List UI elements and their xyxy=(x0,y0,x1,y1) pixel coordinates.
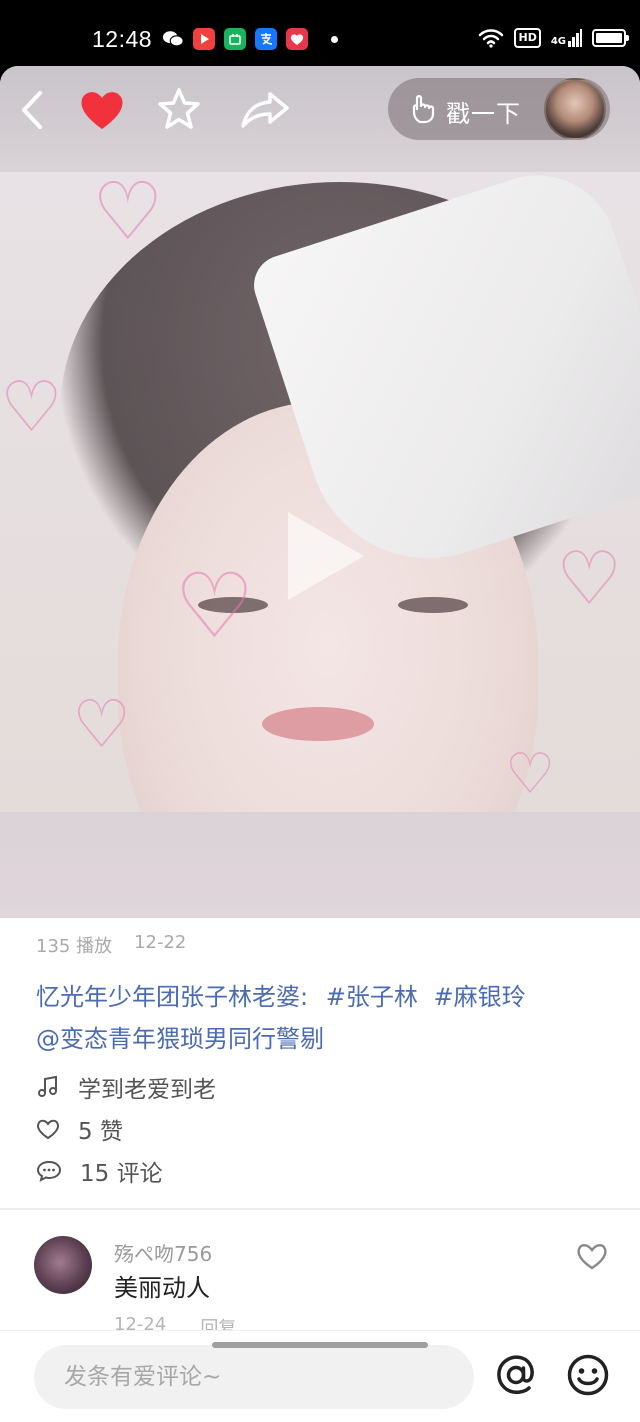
music-row[interactable]: 学到老爱到老 xyxy=(36,1070,216,1104)
heart-decoration: ♡ xyxy=(174,554,255,659)
alipay-icon xyxy=(255,28,277,50)
comment-bubble-icon xyxy=(36,1160,62,1182)
share-arrow-icon xyxy=(241,92,289,128)
hashtag-link[interactable]: #麻银玲 xyxy=(433,983,525,1011)
share-button[interactable] xyxy=(240,90,290,130)
section-divider xyxy=(0,1208,640,1210)
screen: 12:48 HD 4G ♡ ♡ ♡ ♡ ♡ ♡ 戳一下 135 播放 12-22… xyxy=(0,0,640,1422)
post-date: 12-22 xyxy=(134,932,187,953)
poke-button[interactable]: 戳一下 xyxy=(388,78,610,140)
heart-decoration: ♡ xyxy=(505,742,556,807)
like-heart-button[interactable] xyxy=(78,88,126,132)
play-count: 135 播放 xyxy=(36,936,113,957)
wechat-icon xyxy=(162,28,184,50)
right-eye xyxy=(398,597,468,613)
commenter-name[interactable]: 殇ぺ吻756 xyxy=(114,1238,212,1267)
emoji-button[interactable] xyxy=(566,1353,610,1397)
status-app-icons xyxy=(162,28,338,50)
music-title: 学到老爱到老 xyxy=(78,1077,216,1103)
mention-link[interactable]: @变态青年猥琐男同行警剔 xyxy=(36,1025,324,1053)
commenter-avatar[interactable] xyxy=(34,1236,92,1294)
comments-count: 15 评论 xyxy=(80,1161,163,1187)
heart-decoration: ♡ xyxy=(556,536,623,622)
favorite-button[interactable] xyxy=(156,86,202,132)
comment-input[interactable] xyxy=(34,1345,474,1409)
post-caption: 忆光年少年团张子林老婆: #张子林 #麻银玲 @变态青年猥琐男同行警剔 xyxy=(36,976,616,1060)
media-area[interactable]: ♡ ♡ ♡ ♡ ♡ ♡ 戳一下 xyxy=(0,66,640,918)
notification-dot xyxy=(331,35,338,43)
smiley-icon xyxy=(567,1354,609,1396)
top-bar: 戳一下 xyxy=(0,66,640,156)
poke-label: 戳一下 xyxy=(446,100,521,128)
hashtag-link[interactable]: #张子林 xyxy=(326,983,418,1011)
back-button[interactable] xyxy=(14,90,50,130)
likes-count: 5 赞 xyxy=(78,1119,123,1145)
star-outline-icon xyxy=(158,88,200,129)
green-app-icon xyxy=(224,28,246,50)
signal-icon xyxy=(568,29,582,47)
heart-app-icon xyxy=(286,28,308,50)
author-avatar[interactable] xyxy=(544,78,606,140)
heart-filled-icon xyxy=(81,92,123,129)
video-thumbnail[interactable]: ♡ ♡ ♡ ♡ ♡ ♡ xyxy=(0,172,640,812)
mention-button[interactable] xyxy=(494,1353,538,1397)
caption-text: 忆光年少年团张子林老婆: xyxy=(36,983,309,1011)
signal-indicator: 4G xyxy=(551,29,582,47)
tap-hand-icon xyxy=(412,95,435,124)
battery-icon xyxy=(592,29,629,47)
network-type: 4G xyxy=(550,36,566,47)
heart-decoration: ♡ xyxy=(72,686,132,763)
hd-badge: HD xyxy=(514,28,541,48)
video-app-icon xyxy=(193,28,215,50)
heart-outline-icon xyxy=(37,1119,59,1140)
at-sign-icon xyxy=(497,1355,534,1394)
music-note-icon xyxy=(38,1075,57,1097)
heart-outline-icon xyxy=(577,1243,607,1270)
status-time: 12:48 xyxy=(92,26,153,52)
chevron-left-icon xyxy=(22,91,42,129)
post-meta: 135 播放 12-22 xyxy=(36,932,186,958)
heart-decoration: ♡ xyxy=(0,366,63,448)
status-bar: 12:48 HD 4G xyxy=(0,0,640,72)
status-indicators: HD 4G xyxy=(478,28,629,48)
post-card: ♡ ♡ ♡ ♡ ♡ ♡ 戳一下 135 播放 12-22 忆光年少年团张子林老婆… xyxy=(0,66,640,1422)
comments-row[interactable]: 15 评论 xyxy=(36,1154,163,1188)
play-icon[interactable] xyxy=(288,512,364,600)
likes-row[interactable]: 5 赞 xyxy=(36,1112,123,1146)
comment-text: 美丽动人 xyxy=(114,1274,210,1302)
home-indicator[interactable] xyxy=(212,1342,428,1348)
wifi-icon xyxy=(479,29,504,48)
heart-decoration: ♡ xyxy=(92,172,164,258)
lips xyxy=(262,707,374,741)
comment-item: 殇ぺ吻756 美丽动人 12-24 回复 xyxy=(0,1230,640,1340)
comment-like-button[interactable] xyxy=(576,1242,608,1274)
